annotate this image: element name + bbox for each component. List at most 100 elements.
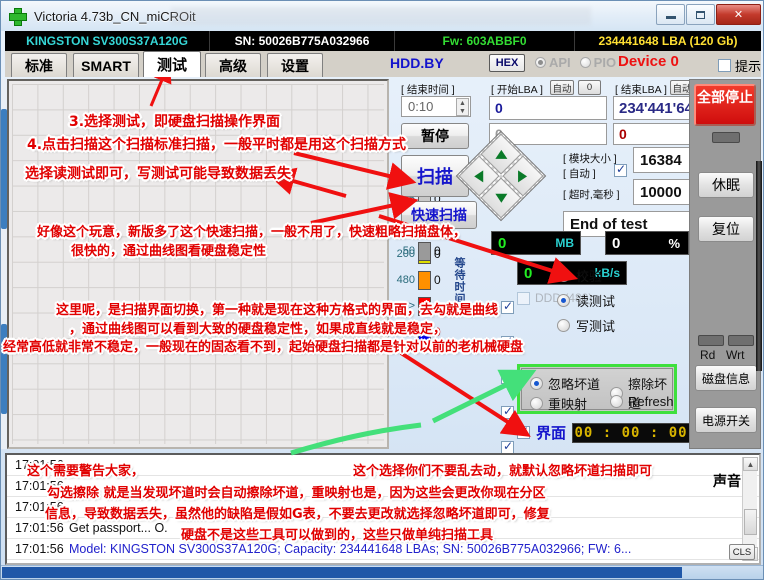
close-button[interactable]: ✕ — [716, 4, 761, 25]
tip-checkbox-group[interactable]: 提示 — [718, 56, 761, 75]
clear-log-button[interactable]: CLS — [729, 544, 755, 560]
status-bar-fill — [2, 567, 682, 578]
bad-block-group[interactable]: 忽略坏道 擦除坏道 重映射 Refresh — [517, 364, 677, 414]
arrow-left-icon — [475, 170, 484, 182]
remap-radio[interactable] — [530, 397, 543, 410]
device-label: Device 0 — [618, 53, 679, 70]
end-lba-label: [ 结束LBA ] — [615, 82, 667, 97]
auto-block-checkbox[interactable] — [614, 164, 627, 177]
ddd-checkbox[interactable] — [517, 292, 530, 305]
mb-value: 0 — [492, 235, 506, 252]
write-label: 写测试 — [576, 316, 615, 335]
disk-info-button[interactable]: 磁盘信息 — [695, 365, 757, 391]
wrt-label: Wrt — [726, 348, 744, 362]
test-mode-group[interactable]: 校验 读测试 写测试 — [557, 263, 615, 338]
elapsed-timer: 00 : 00 : 00 — [572, 423, 690, 443]
sleep-button[interactable]: 休眠 — [698, 172, 754, 198]
tab-smart[interactable]: SMART — [73, 53, 139, 77]
log-row: 17:01:56 — [7, 455, 759, 476]
maximize-button[interactable] — [686, 4, 715, 25]
end-time-spinner[interactable]: 0:10 ▲▼ — [401, 96, 471, 117]
verify-radio[interactable] — [557, 269, 570, 282]
pio-label: PIO — [594, 55, 616, 70]
log-scrollbar-thumb[interactable] — [744, 509, 757, 535]
start-lba-auto-button[interactable]: 自动 — [550, 80, 574, 95]
test-mode-option-read[interactable]: 读测试 — [557, 288, 615, 313]
interface-label: 界面 — [536, 422, 566, 443]
end-time-spin-arrows[interactable]: ▲▼ — [456, 98, 469, 116]
verify-label: 校验 — [576, 266, 602, 285]
read-radio[interactable] — [557, 294, 570, 307]
scan-grid — [12, 84, 384, 444]
api-radio[interactable] — [535, 57, 546, 68]
badblock-option-remap[interactable]: 重映射 — [530, 394, 587, 413]
log-row: 17:01:56 Get passport... O. — [7, 518, 759, 539]
reset-button[interactable]: 复位 — [698, 216, 754, 242]
arrow-up-icon — [495, 150, 507, 159]
tab-advanced[interactable]: 高级 — [205, 53, 261, 77]
start-lba-zero-button[interactable]: 0 — [578, 80, 601, 95]
victoria-app-window: Victoria 4.73b_CN_miCROit ✕ KINGSTON SV3… — [0, 0, 764, 580]
log-time: 17:01:56 — [7, 542, 69, 556]
api-pio-selector[interactable]: API PIO — [535, 55, 616, 70]
mb-readout: 0 MB — [491, 231, 581, 255]
tip-label: 提示 — [735, 56, 761, 75]
tab-standard[interactable]: 标准 — [11, 53, 67, 77]
activity-led — [712, 132, 740, 143]
power-switch-button[interactable]: 电源开关 — [695, 407, 757, 433]
mb-unit: MB — [555, 236, 574, 250]
scan-grid-panel[interactable] — [7, 79, 389, 449]
drive-model: KINGSTON SV300S37A120G — [5, 31, 210, 51]
speed-value: 0 — [518, 265, 532, 282]
titlebar-ghost-artifact — [171, 7, 591, 25]
timeout-value: 10000 — [640, 184, 682, 201]
fast-scan-button[interactable]: 快速扫描 — [401, 201, 477, 229]
test-mode-option-verify[interactable]: 校验 — [557, 263, 615, 288]
pio-radio[interactable] — [580, 57, 591, 68]
hddby-label: HDD.BY — [390, 55, 444, 71]
arrow-down-icon — [495, 193, 507, 202]
log-time: 17:01:56 — [7, 479, 69, 493]
scroll-up-icon[interactable]: ▲ — [743, 457, 758, 471]
write-radio[interactable] — [557, 319, 570, 332]
timeout-label: [ 超时,毫秒 ] — [563, 187, 620, 202]
minimize-button[interactable] — [656, 4, 685, 25]
hex-button[interactable]: HEX — [489, 54, 525, 72]
drive-info-bar: KINGSTON SV300S37A120G SN: 50026B775A032… — [5, 31, 761, 51]
block-size-value: 16384 — [640, 152, 682, 169]
stop-all-button[interactable]: 全部停止 — [694, 84, 756, 126]
right-edge-scrollbar[interactable] — [756, 161, 762, 371]
percent-value: 0 — [606, 235, 620, 252]
start-lba-label: [ 开始LBA ] — [491, 82, 543, 97]
tab-test[interactable]: 测试 — [143, 51, 201, 77]
tab-settings[interactable]: 设置 — [267, 53, 323, 77]
block-size-label: [ 模块大小 ] — [563, 151, 617, 166]
ignore-radio[interactable] — [530, 377, 543, 390]
pause-button[interactable]: 暂停 — [401, 123, 469, 149]
log-row: 17:01:56 — [7, 476, 759, 497]
interface-row[interactable]: 界面 00 : 00 : 00 — [517, 422, 690, 443]
badblock-option-ignore[interactable]: 忽略坏道 — [530, 374, 600, 393]
log-panel[interactable]: 17:01:56 17:01:56 17:01:56 17:01:56 Get … — [5, 453, 761, 565]
interface-checkbox[interactable] — [517, 426, 530, 439]
refresh-radio[interactable] — [610, 395, 623, 408]
log-time: 17:01:56 — [7, 521, 69, 535]
sound-button[interactable]: 声音 — [713, 471, 741, 491]
rd-led — [698, 335, 724, 346]
end-time-label: [ 结束时间 ] — [401, 82, 455, 97]
tip-checkbox[interactable] — [718, 59, 731, 72]
wrt-led — [728, 335, 754, 346]
badblock-option-refresh[interactable]: Refresh — [610, 394, 674, 409]
log-message: Model: KINGSTON SV300S37A120G; Capacity:… — [69, 542, 631, 556]
end-action-value: End of test — [570, 216, 648, 233]
right-button-rail: 全部停止 休眠 复位 Rd Wrt 磁盘信息 电源开关 — [689, 79, 761, 449]
window-buttons: ✕ — [656, 4, 761, 25]
status-bar — [1, 565, 764, 579]
log-row: 17:01:56 — [7, 497, 759, 518]
auto-label: [ 自动 ] — [563, 166, 596, 181]
end-time-value: 0:10 — [408, 99, 433, 114]
arrow-right-icon — [518, 170, 527, 182]
test-mode-option-write[interactable]: 写测试 — [557, 313, 615, 338]
start-lba-field[interactable]: 0 — [489, 96, 607, 120]
log-message: Get passport... O. — [69, 521, 168, 535]
